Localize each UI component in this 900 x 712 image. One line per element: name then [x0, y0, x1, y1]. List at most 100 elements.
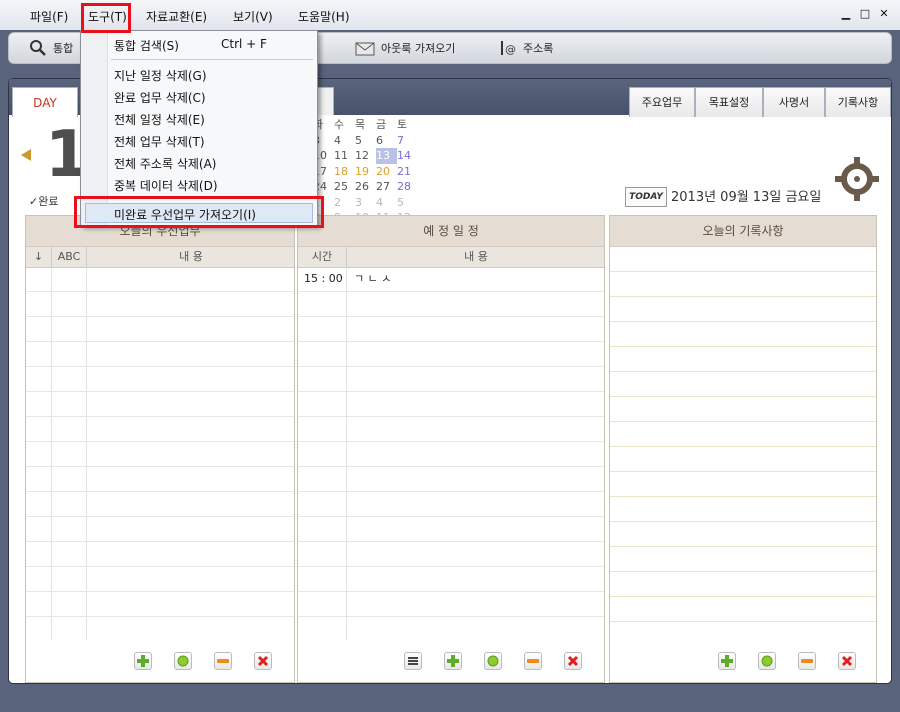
- tab-day[interactable]: DAY: [12, 87, 78, 117]
- delete-priority-button[interactable]: [254, 652, 272, 670]
- table-row[interactable]: [26, 542, 294, 567]
- add-schedule-button[interactable]: [444, 652, 462, 670]
- table-row[interactable]: [610, 247, 876, 272]
- remove-priority-button[interactable]: [214, 652, 232, 670]
- cal-day[interactable]: 7: [397, 133, 418, 149]
- cal-day[interactable]: 28: [397, 179, 418, 195]
- menu-view[interactable]: 보기(V): [233, 8, 273, 25]
- table-row[interactable]: [26, 417, 294, 442]
- today-button[interactable]: TODAY: [625, 187, 667, 207]
- cal-day-holiday[interactable]: 20: [376, 164, 397, 180]
- done-checkbox-label[interactable]: ✓완료: [29, 193, 58, 209]
- table-row[interactable]: 15 : 00 ㄱ ㄴ ㅅ: [298, 267, 604, 292]
- table-row[interactable]: [26, 567, 294, 592]
- edit-priority-button[interactable]: [174, 652, 192, 670]
- prev-day-arrow-icon[interactable]: [21, 149, 31, 161]
- col-abc[interactable]: ABC: [52, 247, 87, 267]
- table-row[interactable]: [26, 267, 294, 292]
- menu-item-delete-completed-tasks[interactable]: 완료 업무 삭제(C): [114, 89, 206, 106]
- table-row[interactable]: [298, 492, 604, 517]
- table-row[interactable]: [298, 342, 604, 367]
- table-row[interactable]: [26, 492, 294, 517]
- cal-day-today[interactable]: 13: [376, 148, 397, 164]
- table-row[interactable]: [26, 367, 294, 392]
- cal-day-holiday[interactable]: 18: [334, 164, 355, 180]
- tab-goals[interactable]: 목표설정: [695, 87, 763, 117]
- close-icon[interactable]: ✕: [878, 8, 890, 20]
- table-row[interactable]: [610, 472, 876, 497]
- integrated-search-button[interactable]: 통합: [29, 33, 73, 63]
- cal-day-next-month[interactable]: 2: [334, 195, 355, 211]
- menu-data-exchange[interactable]: 자료교환(E): [146, 8, 207, 25]
- table-row[interactable]: [610, 447, 876, 472]
- delete-record-button[interactable]: [838, 652, 856, 670]
- table-row[interactable]: [26, 292, 294, 317]
- tab-records[interactable]: 기록사항: [825, 87, 891, 117]
- outlook-import-button[interactable]: 아웃룩 가져오기: [355, 33, 455, 63]
- table-row[interactable]: [610, 422, 876, 447]
- menu-item-delete-all-schedules[interactable]: 전체 일정 삭제(E): [114, 111, 205, 128]
- table-row[interactable]: [298, 592, 604, 617]
- maximize-icon[interactable]: □: [859, 8, 871, 20]
- edit-record-button[interactable]: [758, 652, 776, 670]
- cal-day[interactable]: 27: [376, 179, 397, 195]
- cal-day[interactable]: 4: [334, 133, 355, 149]
- col-time[interactable]: 시간: [298, 247, 347, 267]
- table-row[interactable]: [298, 517, 604, 542]
- menu-item-delete-all-tasks[interactable]: 전체 업무 삭제(T): [114, 133, 205, 150]
- cal-day[interactable]: 25: [334, 179, 355, 195]
- menu-item-delete-all-addresses[interactable]: 전체 주소록 삭제(A): [114, 155, 216, 172]
- table-row[interactable]: [610, 572, 876, 597]
- table-row[interactable]: [26, 342, 294, 367]
- cal-day[interactable]: 5: [355, 133, 376, 149]
- table-row[interactable]: [298, 392, 604, 417]
- table-row[interactable]: [610, 322, 876, 347]
- cal-day-next-month[interactable]: 5: [397, 195, 418, 211]
- menu-item-delete-duplicates[interactable]: 중복 데이터 삭제(D): [114, 177, 218, 194]
- cal-day[interactable]: 11: [334, 148, 355, 164]
- table-row[interactable]: [26, 317, 294, 342]
- remove-record-button[interactable]: [798, 652, 816, 670]
- cal-day-next-month[interactable]: 3: [355, 195, 376, 211]
- col-order[interactable]: ↓: [26, 247, 52, 267]
- cal-day[interactable]: 26: [355, 179, 376, 195]
- table-row[interactable]: [298, 542, 604, 567]
- tab-main-tasks[interactable]: 주요업무: [629, 87, 695, 117]
- edit-schedule-button[interactable]: [484, 652, 502, 670]
- table-row[interactable]: [610, 272, 876, 297]
- tab-mission[interactable]: 사명서: [763, 87, 825, 117]
- table-row[interactable]: [298, 417, 604, 442]
- table-row[interactable]: [26, 442, 294, 467]
- table-row[interactable]: [610, 522, 876, 547]
- table-row[interactable]: [298, 567, 604, 592]
- cal-day[interactable]: 14: [397, 148, 418, 164]
- menu-item-delete-past-schedules[interactable]: 지난 일정 삭제(G): [114, 67, 207, 84]
- cal-day[interactable]: 6: [376, 133, 397, 149]
- compass-icon[interactable]: [835, 157, 879, 201]
- table-row[interactable]: [298, 367, 604, 392]
- table-row[interactable]: [610, 372, 876, 397]
- table-row[interactable]: [26, 592, 294, 617]
- table-row[interactable]: [298, 442, 604, 467]
- cal-day-next-month[interactable]: 4: [376, 195, 397, 211]
- delete-schedule-button[interactable]: [564, 652, 582, 670]
- cal-day-holiday[interactable]: 19: [355, 164, 376, 180]
- table-row[interactable]: [610, 597, 876, 622]
- table-row[interactable]: [298, 292, 604, 317]
- table-row[interactable]: [610, 547, 876, 572]
- menu-item-integrated-search[interactable]: 통합 검색(S): [114, 37, 179, 54]
- table-row[interactable]: [610, 497, 876, 522]
- add-priority-button[interactable]: [134, 652, 152, 670]
- menu-help[interactable]: 도움말(H): [298, 8, 350, 25]
- table-row[interactable]: [610, 297, 876, 322]
- table-row[interactable]: [26, 517, 294, 542]
- table-row[interactable]: [26, 467, 294, 492]
- list-schedule-button[interactable]: [404, 652, 422, 670]
- remove-schedule-button[interactable]: [524, 652, 542, 670]
- table-row[interactable]: [26, 392, 294, 417]
- minimize-icon[interactable]: ▁: [840, 8, 852, 20]
- table-row[interactable]: [610, 397, 876, 422]
- menu-file[interactable]: 파일(F): [30, 8, 68, 25]
- cal-day[interactable]: 21: [397, 164, 418, 180]
- table-row[interactable]: [298, 317, 604, 342]
